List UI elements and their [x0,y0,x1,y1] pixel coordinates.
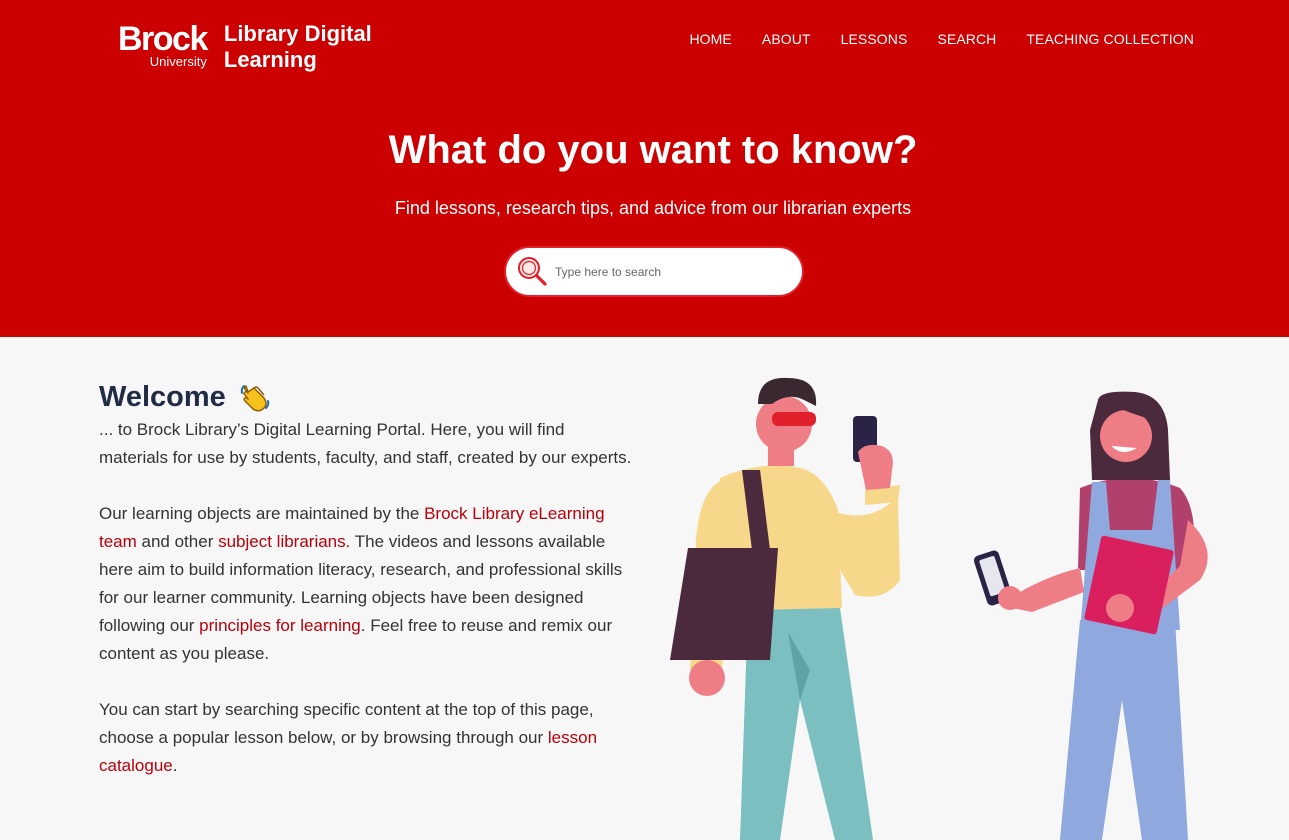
nav-home[interactable]: HOME [689,31,731,47]
nav-about[interactable]: ABOUT [762,31,811,47]
search-icon[interactable] [513,253,551,291]
nav-search[interactable]: SEARCH [937,31,996,47]
brand[interactable]: Brock University Library Digital Learnin… [118,20,399,73]
site-title[interactable]: Library Digital Learning [224,21,399,73]
hero-subtitle: Find lessons, research tips, and advice … [394,198,912,218]
p2-text-b: and other [136,532,219,551]
p3-text-b: . [172,756,178,775]
search-input[interactable] [555,264,785,279]
p2-text-a: Our learning objects are maintained by t… [99,504,425,523]
main-nav: HOME ABOUT LESSONS SEARCH TEACHING COLLE… [689,31,1194,47]
woman-figure [973,391,1208,840]
brock-logo[interactable]: Brock University [118,20,208,69]
welcome-paragraph-3: You can start by searching specific cont… [99,696,634,780]
welcome-heading-text: Welcome [99,381,226,413]
nav-lessons[interactable]: LESSONS [841,31,908,47]
search-box[interactable] [504,246,804,297]
p3-text-a: You can start by searching specific cont… [99,700,594,747]
welcome-paragraph-2: Our learning objects are maintained by t… [99,500,634,668]
welcome-section: Welcome ... to Brock Library’s Digital L… [99,378,634,780]
welcome-heading: Welcome [99,378,634,416]
logo-sub: University [149,54,207,69]
hero-title: What do you want to know? [388,128,918,172]
welcome-paragraph-1: ... to Brock Library’s Digital Learning … [99,420,632,467]
man-figure [670,377,900,840]
logo-word: Brock [118,20,208,58]
nav-teaching-collection[interactable]: TEACHING COLLECTION [1026,31,1194,47]
hero-banner: Brock University Library Digital Learnin… [0,0,1289,337]
subject-librarians-link[interactable]: subject librarians. [218,532,350,551]
waving-hand-icon [240,385,270,412]
students-illustration [670,377,1208,840]
principles-for-learning-link[interactable]: principles for learning [199,616,361,635]
